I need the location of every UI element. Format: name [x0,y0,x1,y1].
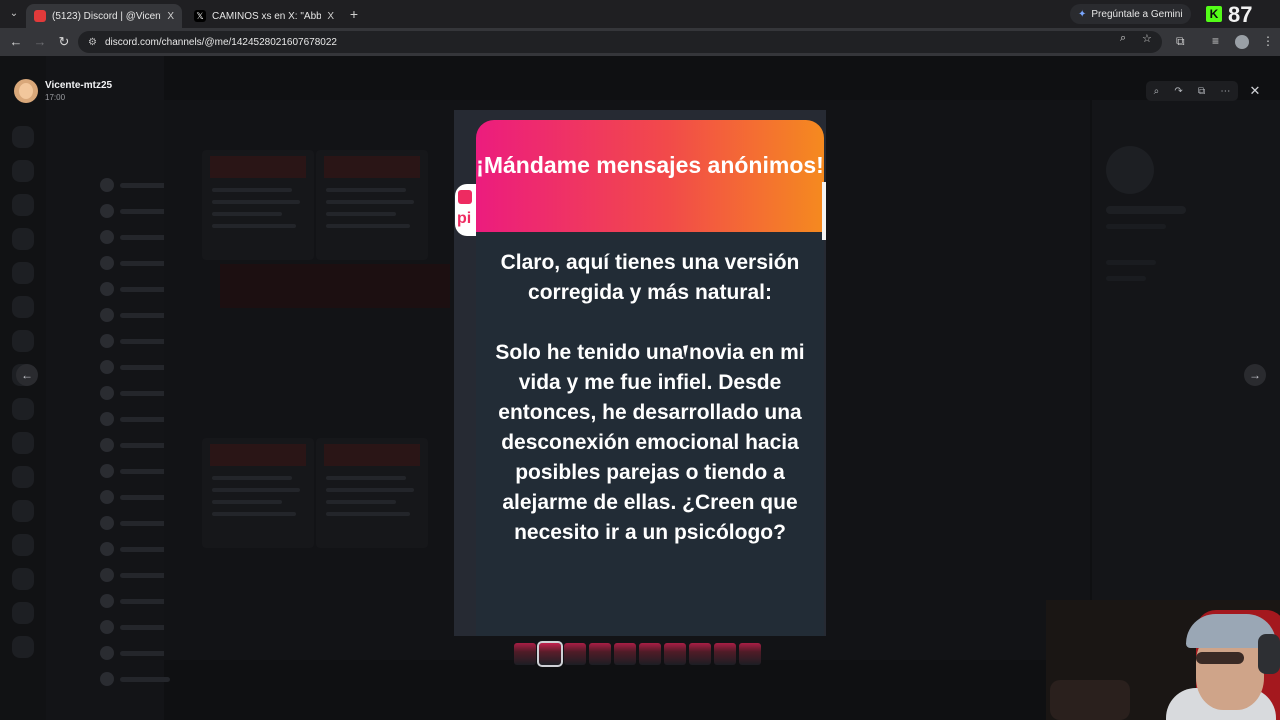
back-arrow-icon[interactable]: ← [8,34,24,50]
thumbnail[interactable] [589,643,611,665]
close-icon[interactable]: ✕ [1246,82,1264,100]
thumbnail[interactable] [714,643,736,665]
kick-logo: K [1206,6,1222,22]
url-text[interactable]: discord.com/channels/@me/142452802160767… [105,37,337,48]
gemini-label: Pregúntale a Gemini [1091,8,1183,20]
tab-x[interactable]: 𝕏 CAMINOS xs en X: "Abby hace X [186,4,342,28]
tab-search-chevron-icon[interactable]: ⌄ [6,6,22,22]
previous-image-button[interactable]: ← [16,364,38,386]
app-logo-icon [458,190,472,204]
gemini-button[interactable]: ✦ Pregúntale a Gemini [1070,4,1191,24]
zoom-icon[interactable]: ⌕ [1120,32,1126,45]
browser-menu-icon[interactable]: ⋮ [1262,34,1274,48]
card-message: Claro, aquí tienes una versión corregida… [490,248,810,578]
extensions-icon[interactable]: ⧉ [1176,34,1185,49]
message-timestamp: 17:00 [45,93,66,102]
browser-tab-strip: ⌄ (5123) Discord | @Vicente-mtz2 X 𝕏 CAM… [0,0,1280,28]
mouse-cursor-icon [683,344,695,358]
forward-icon[interactable]: ↷ [1174,86,1182,97]
gemini-sparkle-icon: ✦ [1078,8,1087,20]
tab-title: (5123) Discord | @Vicente-mtz2 [52,10,161,22]
tab-title: CAMINOS xs en X: "Abby hace [212,10,322,22]
zoom-icon[interactable]: ⌕ [1154,86,1160,97]
next-image-button[interactable]: → [1244,364,1266,386]
address-bar[interactable]: ⚙ discord.com/channels/@me/1424528021607… [78,31,1162,53]
app-logo-text: pi [457,210,472,227]
thumbnail[interactable] [537,641,563,667]
avatar [14,79,38,103]
tab-discord[interactable]: (5123) Discord | @Vicente-mtz2 X [26,4,182,28]
browser-toolbar: ← → ↻ ⚙ discord.com/channels/@me/1424528… [0,28,1280,56]
tab-close-icon[interactable]: X [327,11,334,22]
dm-list [46,56,170,720]
kick-viewer-count: 87 [1228,2,1253,27]
reload-icon[interactable]: ↻ [56,34,72,50]
profile-avatar[interactable] [1235,35,1249,49]
thumbnail[interactable] [664,643,686,665]
discord-favicon-icon [34,10,46,22]
message-intro: Claro, aquí tienes una versión corregida… [500,251,800,304]
server-list [0,56,46,720]
thumbnail[interactable] [514,643,536,665]
thumbnail[interactable] [564,643,586,665]
reading-list-icon[interactable]: ≡ [1212,34,1219,48]
x-favicon-icon: 𝕏 [194,10,206,22]
image-edge [822,182,826,240]
tab-close-icon[interactable]: X [167,11,174,22]
forward-arrow-icon[interactable]: → [32,34,48,50]
message-body: Solo he tenido una novia en mi vida y me… [495,341,805,544]
thumbnail[interactable] [689,643,711,665]
thumbnail[interactable] [739,643,761,665]
bookmark-star-icon[interactable]: ☆ [1142,32,1152,45]
thumbnail[interactable] [639,643,661,665]
more-icon[interactable]: ⋯ [1220,86,1230,97]
app-logo: pi [455,184,477,236]
new-tab-button[interactable]: + [346,6,362,22]
thumbnail-strip [514,641,764,667]
lightbox-author[interactable]: Vicente-mtz25 17:00 [14,79,112,103]
open-external-icon[interactable]: ⧉ [1198,86,1205,97]
anonymous-message-card: ¡Mándame mensajes anónimos! Claro, aquí … [476,120,824,636]
webcam-overlay [1046,600,1280,720]
card-title: ¡Mándame mensajes anónimos! [476,152,824,178]
site-info-icon[interactable]: ⚙ [88,37,97,48]
thumbnail[interactable] [614,643,636,665]
author-name: Vicente-mtz25 [45,80,113,91]
lightbox-actions: ⌕ ↷ ⧉ ⋯ [1146,81,1238,101]
